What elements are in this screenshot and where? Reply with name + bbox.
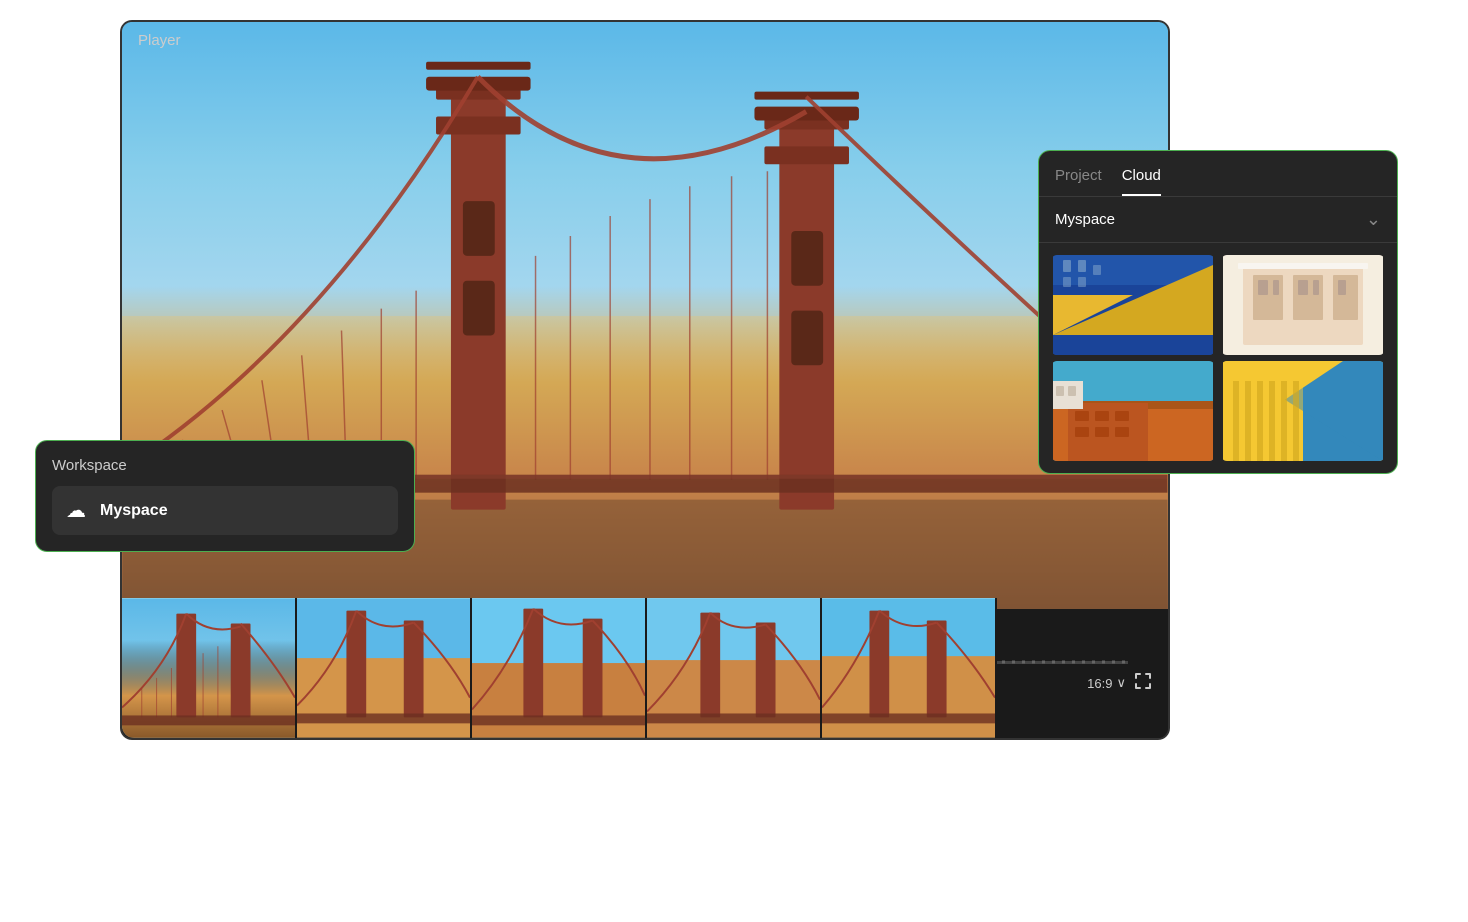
film-scene [472,598,645,738]
grid-thumb-1[interactable] [1051,255,1215,355]
grid-thumb-4[interactable] [1221,361,1385,461]
panel-dropdown-label: Myspace [1055,211,1115,228]
aspect-ratio-label: 16:9 [1087,676,1112,691]
film-frame [122,598,297,738]
filmstrip[interactable] [122,598,1042,738]
film-scene [822,598,995,738]
workspace-title: Workspace [52,457,398,474]
workspace-item-name: Myspace [100,502,168,520]
film-frame [647,598,822,738]
cloud-icon: ☁ [66,498,86,523]
panel-image-grid [1039,243,1397,473]
workspace-popup: Workspace ☁ Myspace [35,440,415,552]
aspect-ratio-button[interactable]: 16:9 ∨ [1087,675,1126,691]
film-scene [122,598,295,738]
tab-project[interactable]: Project [1055,167,1102,196]
film-frame [297,598,472,738]
film-scene [647,598,820,738]
player-container: Player [120,20,1170,740]
panel-dropdown[interactable]: Myspace ⌄ [1039,197,1397,243]
film-frame [822,598,997,738]
fullscreen-button[interactable] [1134,672,1152,695]
film-scene [297,598,470,738]
workspace-item[interactable]: ☁ Myspace [52,486,398,535]
cloud-panel: Project Cloud Myspace ⌄ [1038,150,1398,474]
aspect-ratio-chevron: ∨ [1116,675,1126,691]
film-frame [472,598,647,738]
grid-thumb-2[interactable] [1221,255,1385,355]
panel-tabs: Project Cloud [1039,151,1397,197]
player-label: Player [138,32,181,49]
grid-thumb-3[interactable] [1051,361,1215,461]
chevron-down-icon: ⌄ [1366,209,1381,230]
tab-cloud[interactable]: Cloud [1122,167,1161,196]
